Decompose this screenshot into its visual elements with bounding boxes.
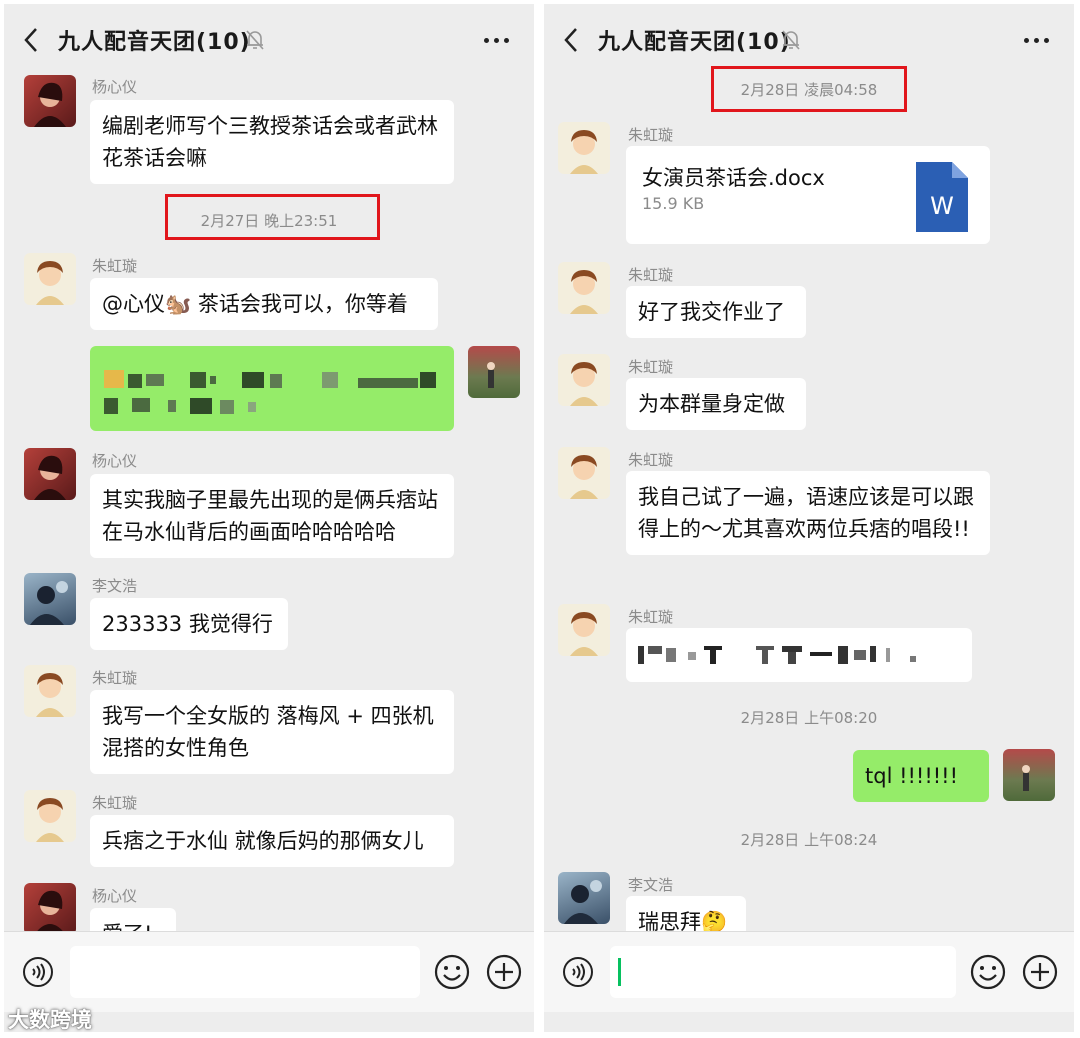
chat-header: 九人配音天团(10) — [4, 4, 534, 78]
avatar-zhuhongxuan[interactable] — [558, 604, 610, 656]
input-bar — [4, 931, 534, 1012]
avatar-yangxinyi[interactable] — [24, 75, 76, 127]
more-icon[interactable] — [482, 26, 512, 54]
chat-panel-right: 九人配音天团(10) 2月28日 凌晨04:58 朱虹璇 女演员茶话会.docx… — [544, 4, 1074, 1032]
avatar-yangxinyi[interactable] — [24, 448, 76, 500]
avatar-liwenhao[interactable] — [558, 872, 610, 924]
sender-name: 杨心仪 — [92, 452, 138, 470]
avatar-zhuhongxuan[interactable] — [24, 665, 76, 717]
voice-icon[interactable] — [22, 956, 54, 988]
plus-icon[interactable] — [486, 954, 522, 990]
avatar-zhuhongxuan[interactable] — [558, 262, 610, 314]
message-input[interactable] — [70, 946, 420, 998]
voice-icon[interactable] — [562, 956, 594, 988]
sender-name: 朱虹璇 — [628, 608, 674, 626]
chat-title: 九人配音天团(10) — [598, 30, 791, 55]
avatar-self[interactable] — [468, 346, 520, 398]
sender-name: 朱虹璇 — [92, 794, 138, 812]
file-size: 15.9 KB — [642, 194, 705, 213]
sender-name: 杨心仪 — [92, 78, 138, 96]
avatar-yangxinyi[interactable] — [24, 883, 76, 935]
sender-name: 杨心仪 — [92, 887, 138, 905]
own-message-bubble-pixelated[interactable] — [90, 346, 454, 431]
sender-name: 李文浩 — [628, 876, 674, 894]
sender-name: 朱虹璇 — [628, 451, 674, 469]
timestamp: 2月28日 上午08:24 — [740, 831, 878, 849]
message-bubble[interactable]: 我写一个全女版的 落梅风 + 四张机混搭的女性角色 — [90, 690, 454, 774]
file-name: 女演员茶话会.docx — [642, 166, 825, 190]
mute-bell-icon — [782, 30, 800, 50]
message-bubble[interactable]: 编剧老师写个三教授茶话会或者武林花茶话会嘛 — [90, 100, 454, 184]
chat-panel-left: 九人配音天团(10) 杨心仪 编剧老师写个三教授茶话会或者武林花茶话会嘛 2月2… — [4, 4, 534, 1032]
sender-name: 朱虹璇 — [628, 126, 674, 144]
avatar-zhuhongxuan[interactable] — [24, 790, 76, 842]
text-caret — [618, 958, 621, 986]
emoji-icon[interactable] — [434, 954, 470, 990]
sender-name: 朱虹璇 — [92, 257, 138, 275]
file-attachment[interactable]: 女演员茶话会.docx 15.9 KB W — [626, 146, 990, 244]
sender-name: 李文浩 — [92, 577, 138, 595]
word-icon-letter: W — [930, 192, 954, 220]
pixelated-text — [638, 646, 916, 664]
timestamp: 2月28日 上午08:20 — [740, 709, 878, 727]
avatar-zhuhongxuan[interactable] — [558, 447, 610, 499]
chat-title: 九人配音天团(10) — [58, 30, 251, 55]
emoji-icon[interactable] — [970, 954, 1006, 990]
message-bubble[interactable]: 233333 我觉得行 — [90, 598, 288, 650]
back-icon[interactable] — [22, 26, 42, 54]
highlight-box — [711, 66, 907, 112]
mute-bell-icon — [246, 30, 264, 50]
plus-icon[interactable] — [1022, 954, 1058, 990]
message-bubble[interactable]: 兵痞之于水仙 就像后妈的那俩女儿 — [90, 815, 454, 867]
message-input[interactable] — [610, 946, 956, 998]
input-bar — [544, 931, 1074, 1012]
own-message-bubble[interactable]: tql !!!!!!! — [853, 750, 989, 802]
word-file-icon: W — [916, 162, 968, 232]
avatar-zhuhongxuan[interactable] — [558, 122, 610, 174]
more-icon[interactable] — [1022, 26, 1052, 54]
avatar-self[interactable] — [1003, 749, 1055, 801]
message-bubble[interactable]: 好了我交作业了 — [626, 286, 806, 338]
pixelated-text — [104, 370, 436, 414]
message-bubble-pixelated[interactable] — [626, 628, 972, 682]
avatar-zhuhongxuan[interactable] — [24, 253, 76, 305]
message-bubble[interactable]: 我自己试了一遍，语速应该是可以跟得上的～尤其喜欢两位兵痞的唱段!! — [626, 471, 990, 555]
highlight-box — [165, 194, 380, 240]
message-bubble[interactable]: 其实我脑子里最先出现的是俩兵痞站在马水仙背后的画面哈哈哈哈哈 — [90, 474, 454, 558]
sender-name: 朱虹璇 — [92, 669, 138, 687]
back-icon[interactable] — [562, 26, 582, 54]
sender-name: 朱虹璇 — [628, 358, 674, 376]
avatar-liwenhao[interactable] — [24, 573, 76, 625]
watermark: 大数跨境 — [8, 1008, 92, 1032]
sender-name: 朱虹璇 — [628, 266, 674, 284]
message-bubble[interactable]: @心仪🐿️ 茶话会我可以，你等着 — [90, 278, 438, 330]
message-bubble[interactable]: 为本群量身定做 — [626, 378, 806, 430]
avatar-zhuhongxuan[interactable] — [558, 354, 610, 406]
